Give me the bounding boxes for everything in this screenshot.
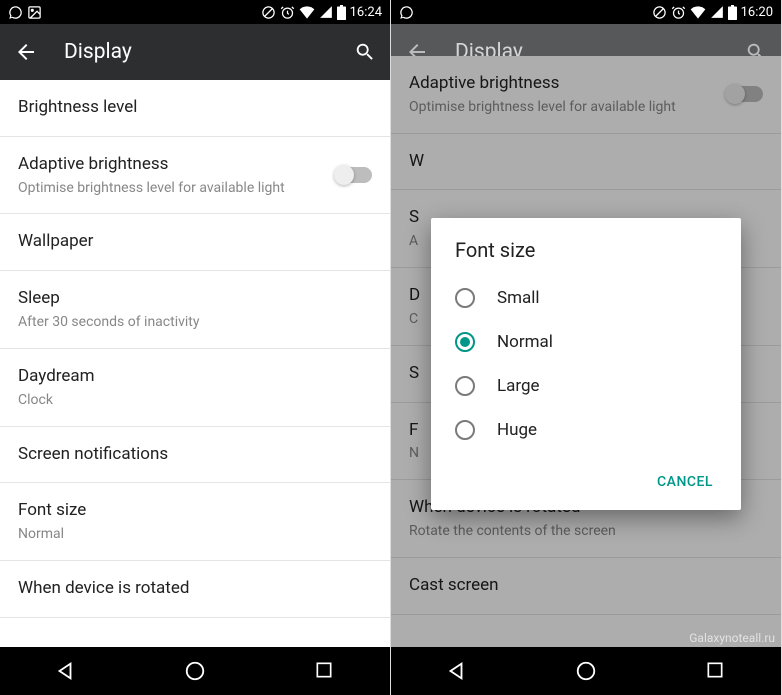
no-entry-icon	[261, 5, 276, 20]
alarm-icon	[280, 5, 295, 20]
whatsapp-icon	[399, 5, 414, 20]
signal-icon	[319, 5, 333, 19]
font-size-dialog: Font size Small Normal Large Huge CANCEL	[431, 218, 741, 510]
watermark: Galaxynoteall.ru	[689, 631, 775, 645]
toolbar-title: Display	[64, 40, 354, 64]
status-bar: 16:20	[391, 0, 781, 24]
radio-option-huge[interactable]: Huge	[431, 408, 741, 452]
back-icon	[405, 40, 429, 64]
battery-icon	[337, 5, 346, 20]
radio-option-normal[interactable]: Normal	[431, 320, 741, 364]
nav-back-icon[interactable]	[54, 660, 76, 682]
nav-bar	[0, 647, 390, 695]
list-item: W	[391, 134, 781, 191]
item-screen-notifications[interactable]: Screen notifications	[0, 427, 390, 484]
item-sleep[interactable]: Sleep After 30 seconds of inactivity	[0, 271, 390, 349]
radio-icon	[455, 332, 475, 352]
phone-left: 16:24 Display Brightness level Adaptive …	[0, 0, 391, 695]
status-bar: 16:24	[0, 0, 390, 24]
item-rotation[interactable]: When device is rotated	[0, 561, 390, 618]
phone-right: 16:20 Display Adaptive brightness Optimi…	[391, 0, 782, 695]
no-entry-icon	[652, 5, 667, 20]
dialog-title: Font size	[431, 238, 741, 276]
search-icon	[745, 41, 767, 63]
whatsapp-icon	[8, 5, 23, 20]
item-cast-screen: Cast screen	[391, 558, 781, 615]
adaptive-brightness-switch	[727, 86, 763, 102]
nav-home-icon[interactable]	[575, 660, 597, 682]
image-icon	[27, 5, 42, 20]
radio-option-large[interactable]: Large	[431, 364, 741, 408]
radio-icon	[455, 376, 475, 396]
radio-icon	[455, 420, 475, 440]
item-font-size[interactable]: Font size Normal	[0, 483, 390, 561]
nav-recent-icon[interactable]	[705, 660, 727, 682]
wifi-icon	[299, 5, 315, 19]
toolbar: Display	[0, 24, 390, 80]
wifi-icon	[690, 5, 706, 19]
search-icon[interactable]	[354, 41, 376, 63]
clock-time: 16:24	[350, 5, 382, 20]
radio-icon	[455, 288, 475, 308]
nav-recent-icon[interactable]	[314, 660, 336, 682]
clock-time: 16:20	[741, 5, 773, 20]
back-icon[interactable]	[14, 40, 38, 64]
alarm-icon	[671, 5, 686, 20]
dialog-overlay: Font size Small Normal Large Huge CANCEL	[391, 80, 781, 647]
toolbar: Display	[391, 24, 781, 80]
nav-home-icon[interactable]	[184, 660, 206, 682]
signal-icon	[710, 5, 724, 19]
item-daydream[interactable]: Daydream Clock	[0, 349, 390, 427]
toolbar-title: Display	[455, 40, 745, 64]
settings-list: Brightness level Adaptive brightness Opt…	[0, 80, 390, 647]
item-adaptive-brightness[interactable]: Adaptive brightness Optimise brightness …	[0, 137, 390, 215]
item-brightness-level[interactable]: Brightness level	[0, 80, 390, 137]
nav-bar	[391, 647, 781, 695]
nav-back-icon[interactable]	[445, 660, 467, 682]
radio-option-small[interactable]: Small	[431, 276, 741, 320]
cancel-button[interactable]: CANCEL	[645, 466, 725, 498]
item-wallpaper[interactable]: Wallpaper	[0, 214, 390, 271]
battery-icon	[728, 5, 737, 20]
adaptive-brightness-switch[interactable]	[336, 167, 372, 183]
